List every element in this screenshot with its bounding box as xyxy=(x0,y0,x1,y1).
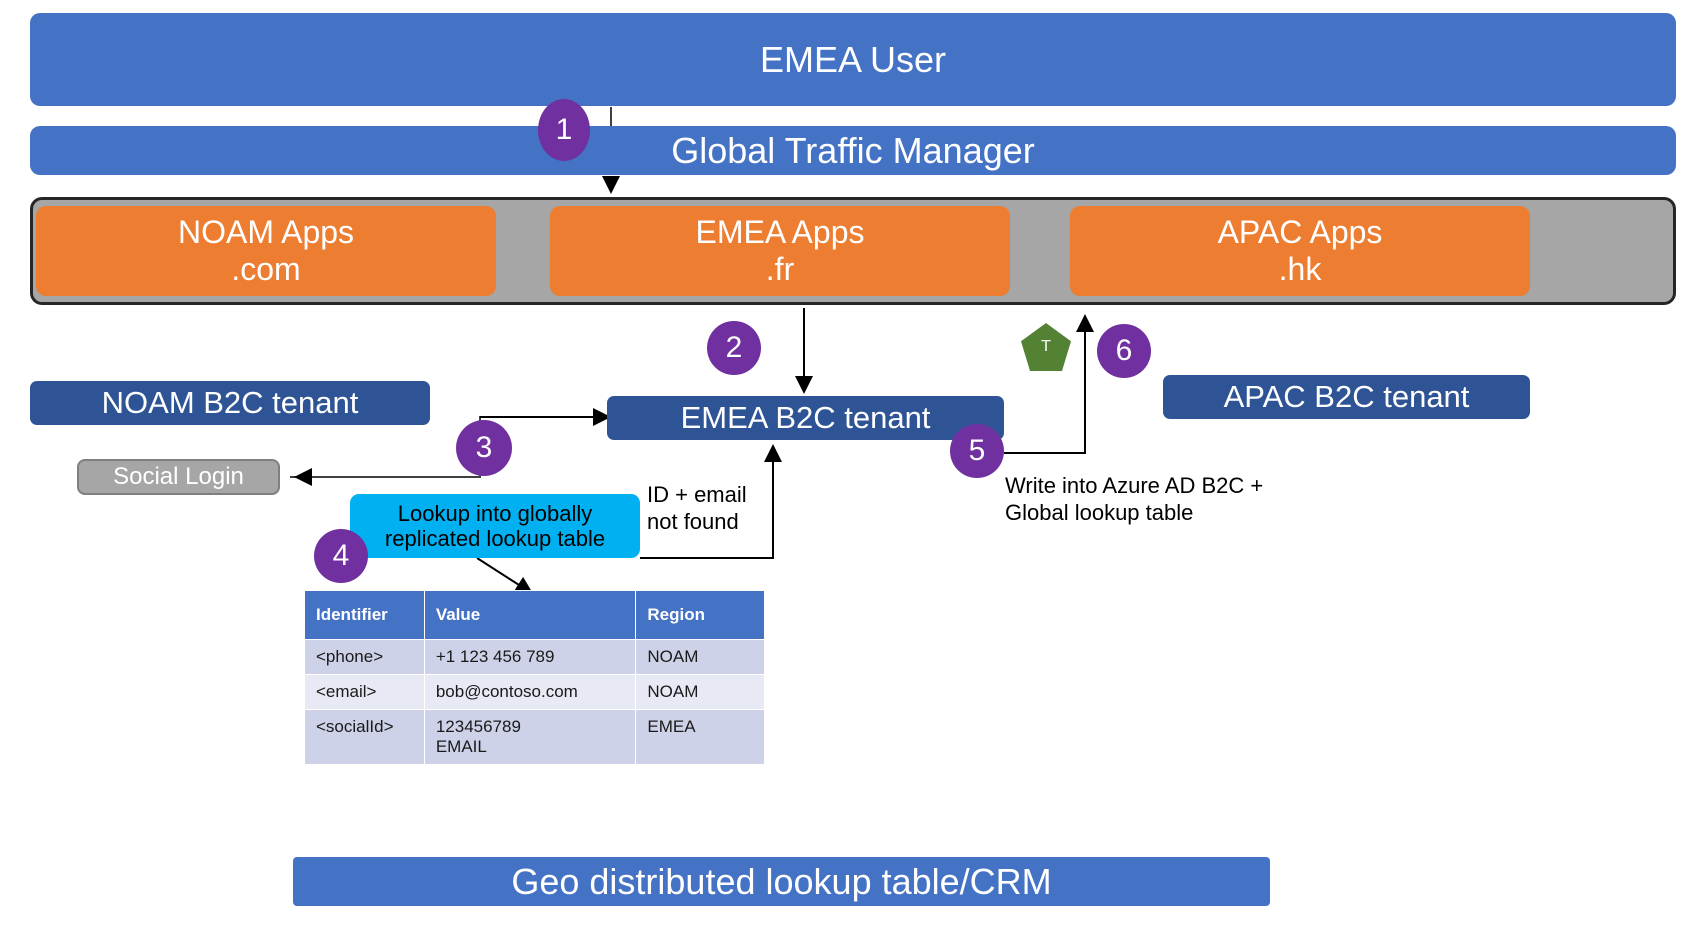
tenant-box-apac: APAC B2C tenant xyxy=(1163,375,1530,419)
diagram-canvas: EMEA User Global Traffic Manager NOAM Ap… xyxy=(0,0,1708,928)
table-col-identifier: Identifier xyxy=(304,590,425,640)
cell-identifier: <email> xyxy=(304,674,425,710)
table-row: <email> bob@contoso.com NOAM xyxy=(304,674,765,710)
global-traffic-manager-banner: Global Traffic Manager xyxy=(30,126,1676,175)
annotation-write-into-azure-ad: Write into Azure AD B2C + Global lookup … xyxy=(1005,473,1265,527)
tenant-box-noam: NOAM B2C tenant xyxy=(30,381,430,425)
lookup-callout-box: Lookup into globally replicated lookup t… xyxy=(350,494,640,558)
cell-value-line2: EMAIL xyxy=(435,737,487,756)
table-col-value: Value xyxy=(423,590,637,640)
crm-banner: Geo distributed lookup table/CRM xyxy=(293,857,1270,906)
app-noam-domain: .com xyxy=(231,251,301,287)
step-badge-2: 2 xyxy=(707,321,761,375)
lookup-callout-line2: replicated lookup table xyxy=(384,526,606,551)
app-apac-domain: .hk xyxy=(1278,251,1322,287)
cell-value: 123456789 EMAIL xyxy=(423,709,637,765)
lookup-callout-line1: Lookup into globally xyxy=(397,500,593,526)
app-noam-name: NOAM Apps xyxy=(177,214,355,251)
cell-value-line1: 123456789 xyxy=(435,717,521,736)
cell-value-line1: bob@contoso.com xyxy=(435,682,578,701)
social-login-box: Social Login xyxy=(77,459,280,495)
app-apac-name: APAC Apps xyxy=(1217,214,1383,251)
cell-value: bob@contoso.com xyxy=(423,674,637,710)
table-row: <phone> +1 123 456 789 NOAM xyxy=(304,639,765,675)
cell-identifier: <socialId> xyxy=(304,709,425,765)
token-pentagon-icon: T xyxy=(1021,323,1071,371)
step-badge-3: 3 xyxy=(456,420,512,476)
not-found-line2: not found xyxy=(647,508,739,534)
step-badge-5: 5 xyxy=(950,424,1004,478)
step-badge-4: 4 xyxy=(314,529,368,583)
app-emea-name: EMEA Apps xyxy=(695,214,865,251)
annotation-id-email-not-found: ID + email not found xyxy=(647,482,797,536)
cell-value: +1 123 456 789 xyxy=(423,639,637,675)
table-header-row: Identifier Value Region xyxy=(304,590,765,640)
lookup-table: Identifier Value Region <phone> +1 123 4… xyxy=(304,590,765,765)
table-row: <socialId> 123456789 EMAIL EMEA xyxy=(304,709,765,765)
not-found-line1: ID + email xyxy=(647,482,747,507)
app-box-noam: NOAM Apps .com xyxy=(36,206,496,296)
step-badge-1: 1 xyxy=(538,99,590,161)
write-line2: Global lookup table xyxy=(1005,499,1194,525)
cell-region: NOAM xyxy=(635,639,765,675)
emea-user-banner: EMEA User xyxy=(30,13,1676,106)
app-emea-domain: .fr xyxy=(765,251,795,287)
cell-region: NOAM xyxy=(635,674,765,710)
tenant-box-emea: EMEA B2C tenant xyxy=(607,396,1004,440)
app-box-emea: EMEA Apps .fr xyxy=(550,206,1010,296)
cell-identifier: <phone> xyxy=(304,639,425,675)
cell-value-line1: +1 123 456 789 xyxy=(435,647,555,666)
step-badge-6: 6 xyxy=(1097,324,1151,378)
table-col-region: Region xyxy=(635,590,765,640)
cell-region: EMEA xyxy=(635,709,765,765)
write-line1: Write into Azure AD B2C + xyxy=(1005,473,1264,498)
app-box-apac: APAC Apps .hk xyxy=(1070,206,1530,296)
